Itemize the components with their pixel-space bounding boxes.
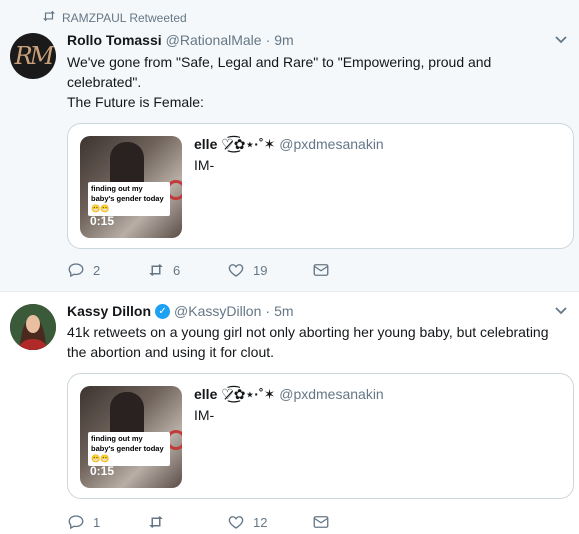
envelope-icon xyxy=(313,264,329,276)
quoted-author-name: elle ♡̷̷͜͡✿⋆·˚✶ xyxy=(194,136,276,152)
tweet-header: Kassy Dillon ✓ @KassyDillon · 5m xyxy=(67,303,294,319)
quoted-tweet-text: IM- xyxy=(194,157,215,173)
quoted-author-name: elle ♡̷̷͜͡✿⋆·˚✶ xyxy=(194,386,276,402)
video-duration: 0:15 xyxy=(90,214,115,228)
separator-dot: · xyxy=(265,32,271,48)
chevron-down-icon[interactable] xyxy=(555,34,567,46)
quoted-author-handle: @pxdmesanakin xyxy=(279,386,384,402)
chevron-down-icon[interactable] xyxy=(555,305,567,317)
heart-icon xyxy=(228,516,244,529)
direct-message-button[interactable] xyxy=(312,261,330,279)
like-count: 12 xyxy=(253,514,268,530)
tweet-text: We've gone from "Safe, Legal and Rare" t… xyxy=(67,54,492,90)
video-caption: finding out my baby's gender today 😬😬 xyxy=(88,182,170,216)
video-caption: finding out my baby's gender today 😬😬 xyxy=(88,432,170,466)
timestamp[interactable]: 9m xyxy=(274,32,293,48)
like-count: 19 xyxy=(253,262,268,278)
video-thumbnail[interactable]: finding out my baby's gender today 😬😬 0:… xyxy=(80,136,182,238)
retweet-notice[interactable]: RAMZPAUL Retweeted xyxy=(40,10,187,25)
retweet-button[interactable]: 6 xyxy=(147,261,227,279)
author-handle[interactable]: @RationalMale xyxy=(166,32,262,48)
tweet-header: Rollo Tomassi @RationalMale · 9m xyxy=(67,32,294,48)
retweet-icon xyxy=(40,10,56,25)
video-thumbnail[interactable]: finding out my baby's gender today 😬😬 0:… xyxy=(80,386,182,488)
quoted-tweet[interactable]: finding out my baby's gender today 😬😬 0:… xyxy=(67,123,574,249)
author-name[interactable]: Rollo Tomassi xyxy=(67,32,162,48)
quoted-author-handle: @pxdmesanakin xyxy=(279,136,384,152)
heart-icon xyxy=(228,264,244,277)
tweet-text: 41k retweets on a young girl not only ab… xyxy=(67,324,549,360)
reply-count: 2 xyxy=(93,262,101,278)
avatar[interactable]: RM xyxy=(10,33,56,79)
timestamp[interactable]: 5m xyxy=(274,303,293,319)
reply-icon xyxy=(68,515,84,530)
video-duration: 0:15 xyxy=(90,464,115,478)
avatar-portrait xyxy=(10,304,56,350)
verified-badge-icon: ✓ xyxy=(155,303,171,319)
author-handle[interactable]: @KassyDillon xyxy=(174,303,261,319)
like-button[interactable]: 19 xyxy=(227,261,312,279)
retweet-icon xyxy=(149,264,163,276)
tweet-text-second-line: The Future is Female: xyxy=(67,94,204,110)
avatar[interactable] xyxy=(10,304,56,350)
like-button[interactable]: 12 xyxy=(227,513,312,531)
quoted-tweet[interactable]: finding out my baby's gender today 😬😬 0:… xyxy=(67,373,574,499)
reply-icon xyxy=(68,263,84,278)
reply-button[interactable]: 2 xyxy=(67,261,147,279)
reply-button[interactable]: 1 xyxy=(67,513,147,531)
retweet-button[interactable] xyxy=(147,513,227,531)
retweet-count: 6 xyxy=(173,262,181,278)
quoted-tweet-header: elle ♡̷̷͜͡✿⋆·˚✶ @pxdmesanakin xyxy=(194,136,384,153)
retweet-notice-text: RAMZPAUL Retweeted xyxy=(62,10,187,25)
envelope-icon xyxy=(313,516,329,528)
retweet-icon xyxy=(149,516,163,528)
author-name[interactable]: Kassy Dillon xyxy=(67,303,151,319)
direct-message-button[interactable] xyxy=(312,513,330,531)
separator-dot: · xyxy=(265,303,271,319)
tweet-rollo-tomassi[interactable]: RAMZPAUL Retweeted RM Rollo Tomassi @Rat… xyxy=(0,0,579,292)
tweet-actions: 2 6 19 xyxy=(67,261,330,279)
quoted-tweet-text: IM- xyxy=(194,407,215,423)
reply-count: 1 xyxy=(93,514,101,530)
quoted-tweet-header: elle ♡̷̷͜͡✿⋆·˚✶ @pxdmesanakin xyxy=(194,386,384,403)
tweet-actions: 1 12 xyxy=(67,513,330,531)
